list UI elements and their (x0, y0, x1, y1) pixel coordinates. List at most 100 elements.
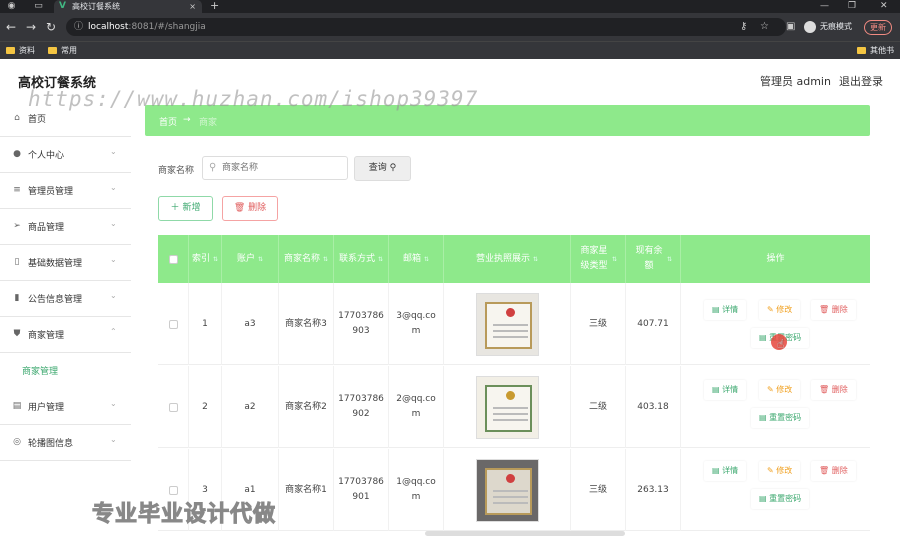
trash-icon: 🗑 (819, 466, 830, 475)
license-image[interactable] (475, 292, 539, 356)
list-icon: ≡ (13, 185, 21, 195)
tab-close-icon[interactable]: × (189, 0, 196, 13)
chevron-down-icon: ⌄ (110, 183, 117, 192)
sidebar-item-profile[interactable]: ● 个人中心 ⌄ (0, 137, 131, 173)
chevron-down-icon: ⌄ (110, 255, 117, 264)
folder-icon (48, 47, 57, 54)
sidebar-item-notices[interactable]: ▮ 公告信息管理 ⌄ (0, 281, 131, 317)
site-info-icon[interactable]: ⓘ (74, 18, 83, 36)
phone-icon: ▯ (14, 257, 20, 267)
col-phone[interactable]: 联系方式 ⇅ (334, 235, 389, 283)
add-button[interactable]: ＋ 新增 (158, 196, 213, 221)
reset-password-button[interactable]: ▤ 重置密码 (751, 489, 810, 509)
table-header: 索引 ⇅ 账户 ⇅ 商家名称 ⇅ 联系方式 ⇅ 邮箱 ⇅ 营业执照展示 ⇅ 商家星级类型 ⇅ … (158, 235, 870, 283)
table-row: 1 a3 商家名称3 17703786 903 3@qq.co m 三级 407.7… (158, 283, 870, 365)
star-icon[interactable]: ☆ (760, 21, 769, 33)
sidebar-subitem-merchants[interactable]: 商家管理 (0, 353, 131, 387)
folder-icon (6, 47, 15, 54)
col-account[interactable]: 账户 ⇅ (222, 235, 279, 283)
tab-search-icon[interactable]: ▭ (33, 1, 44, 12)
sidebar-item-admins[interactable]: ≡ 管理员管理 ⌄ (0, 173, 131, 209)
reset-password-button[interactable]: ▤ 重置密码 (751, 408, 810, 428)
select-all-checkbox[interactable] (168, 254, 178, 264)
horizontal-scrollbar[interactable] (425, 531, 625, 536)
bookmark-folder-common[interactable]: 常用 (48, 44, 77, 58)
browser-tab[interactable]: V 高校订餐系统 × (54, 0, 202, 13)
delete-button[interactable]: 🗑 删除 (811, 300, 856, 320)
col-balance[interactable]: 现有余额 ⇅ (626, 235, 681, 283)
detail-button[interactable]: ▤ 详情 (704, 461, 747, 481)
row-checkbox-cell (158, 283, 189, 365)
search-input[interactable] (222, 160, 342, 176)
sidebar-toggle-icon[interactable]: ▣ (786, 21, 795, 33)
chevron-down-icon: ⌄ (110, 435, 117, 444)
cell-email: 1@qq.co m (389, 449, 444, 531)
url-path: :8081/#/shangjia (128, 22, 206, 32)
update-button[interactable]: 更新 (864, 20, 892, 35)
search-field[interactable]: ⚲ (202, 156, 348, 180)
sidebar-item-basic-data[interactable]: ▯ 基础数据管理 ⌄ (0, 245, 131, 281)
col-star-type[interactable]: 商家星级类型 ⇅ (571, 235, 626, 283)
select-all-checkbox-cell (158, 235, 189, 283)
cursor-icon: ☝ (777, 337, 785, 351)
search-label: 商家名称 (158, 166, 195, 176)
col-index[interactable]: 索引 ⇅ (189, 235, 222, 283)
col-name[interactable]: 商家名称 ⇅ (279, 235, 334, 283)
chevron-up-icon: ⌃ (110, 327, 117, 336)
detail-button[interactable]: ▤ 详情 (704, 380, 747, 400)
sidebar-item-merchants[interactable]: ⛊ 商家管理 ⌃ (0, 317, 131, 353)
document-icon: ▤ (712, 466, 720, 475)
document-icon: ▤ (759, 413, 767, 422)
cell-actions: ▤ 详情 ✎ 修改 🗑 删除 ▤ 重置密码 (681, 449, 870, 531)
license-image[interactable] (475, 458, 539, 522)
reload-icon[interactable]: ↻ (46, 20, 56, 34)
cell-balance: 403.18 (626, 366, 681, 448)
sort-icon: ⇅ (532, 255, 539, 263)
key-icon[interactable]: ⚷ (740, 21, 747, 33)
cell-license (444, 449, 571, 531)
logout-link[interactable]: 退出登录 (839, 73, 883, 89)
cell-license (444, 366, 571, 448)
row-checkbox[interactable] (168, 402, 178, 412)
detail-button[interactable]: ▤ 详情 (704, 300, 747, 320)
browser-tab-title: 高校订餐系统 (72, 2, 120, 11)
forward-icon[interactable]: → (26, 20, 36, 34)
cell-phone: 17703786 903 (334, 283, 389, 365)
bookmark-folder-resources[interactable]: 资料 (6, 44, 35, 58)
row-checkbox[interactable] (168, 485, 178, 495)
incognito-indicator[interactable]: 无痕模式 (804, 20, 852, 34)
chevron-down-icon: ⌄ (110, 291, 117, 300)
sidebar-item-users[interactable]: ▤ 用户管理 ⌄ (0, 389, 131, 425)
sidebar-item-carousel[interactable]: ◎ 轮播图信息 ⌄ (0, 425, 131, 461)
row-checkbox[interactable] (168, 319, 178, 329)
col-license[interactable]: 营业执照展示 ⇅ (444, 235, 571, 283)
home-icon: ⌂ (14, 113, 20, 123)
minimize-icon[interactable]: — (820, 0, 829, 12)
edit-button[interactable]: ✎ 修改 (759, 461, 801, 481)
window-close-icon[interactable]: ✕ (880, 0, 888, 12)
back-icon[interactable]: ← (6, 20, 16, 34)
browser-menu-icon[interactable]: ◉ (6, 1, 17, 12)
cell-index: 1 (189, 283, 222, 365)
breadcrumb-home[interactable]: 首页 (159, 115, 177, 128)
col-email[interactable]: 邮箱 ⇅ (389, 235, 444, 283)
license-image[interactable] (475, 375, 539, 439)
edit-button[interactable]: ✎ 修改 (759, 380, 801, 400)
new-tab-button[interactable]: + (210, 0, 219, 12)
url-field[interactable]: ⓘ localhost:8081/#/shangjia (66, 18, 786, 36)
delete-button[interactable]: 🗑 删除 (811, 380, 856, 400)
vue-logo-icon: V (59, 1, 66, 11)
cell-account: a2 (222, 366, 279, 448)
search-icon: ⚲ (389, 163, 397, 173)
sort-icon: ⇅ (257, 255, 264, 263)
sidebar-item-products[interactable]: ➢ 商品管理 ⌄ (0, 209, 131, 245)
search-button[interactable]: 查询 ⚲ (354, 156, 411, 181)
cell-actions: ▤ 详情 ✎ 修改 🗑 删除 ▤ 重置密码 (681, 283, 870, 365)
restore-icon[interactable]: ❐ (848, 0, 856, 12)
cell-name: 商家名称2 (279, 366, 334, 448)
cell-account: a3 (222, 283, 279, 365)
edit-button[interactable]: ✎ 修改 (759, 300, 801, 320)
batch-delete-button[interactable]: 🗑 删除 (222, 196, 278, 221)
chevron-down-icon: ⌄ (110, 219, 117, 228)
delete-button[interactable]: 🗑 删除 (811, 461, 856, 481)
